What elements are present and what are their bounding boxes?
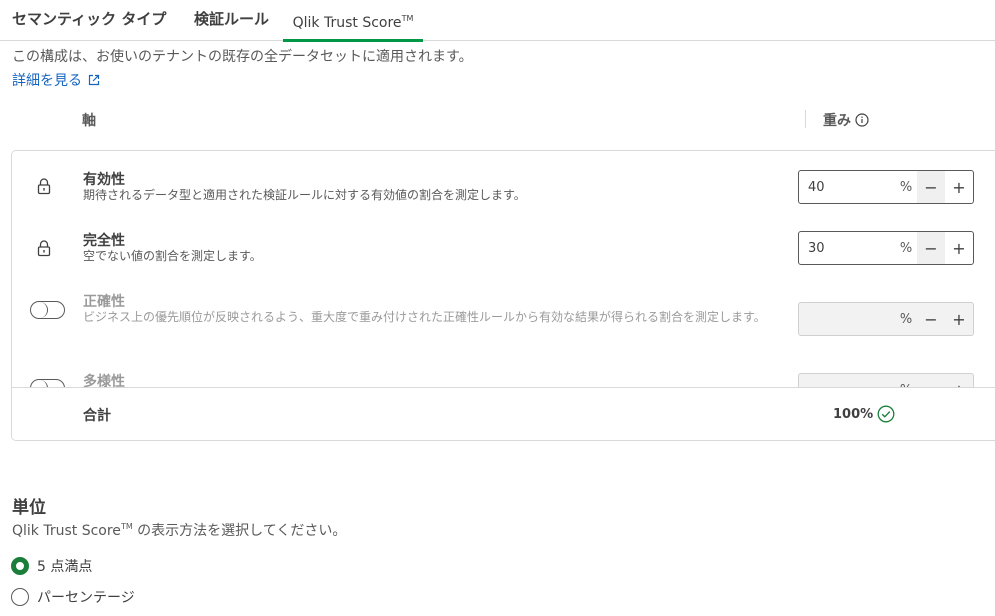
- dimension-description: ビジネス上の優先順位が反映されるよう、重大度で重み付けされた正確性ルールから有効…: [83, 310, 766, 324]
- dimension-row-accuracy: 正確性 ビジネス上の優先順位が反映されるよう、重大度で重み付けされた正確性ルール…: [12, 291, 995, 336]
- tab-bar: セマンティック タイプ 検証ルール Qlik Trust ScoreTM: [0, 0, 995, 42]
- column-header-axis: 軸: [82, 113, 96, 129]
- dimensions-panel: 有効性 期待されるデータ型と適用された検証ルールに対する有効値の割合を測定します…: [11, 150, 995, 441]
- radio-option-five-point[interactable]: 5 点満点: [11, 556, 92, 576]
- weight-stepper: 40 % − +: [798, 170, 974, 204]
- learn-more-label: 詳細を見る: [12, 73, 82, 89]
- dimension-title: 正確性: [83, 294, 125, 310]
- unit-section-description: Qlik Trust ScoreTM の表示方法を選択してください。: [12, 520, 346, 540]
- config-description: この構成は、お使いのテナントの既存の全データセットに適用されます。: [12, 49, 473, 65]
- unit-section-title: 単位: [12, 498, 46, 518]
- radio-option-percentage[interactable]: パーセンテージ: [11, 587, 135, 607]
- unit-desc-prefix: Qlik Trust Score: [12, 523, 121, 539]
- external-link-icon: [88, 74, 100, 86]
- tab-semantic-types[interactable]: セマンティック タイプ: [12, 0, 166, 41]
- decrement-button[interactable]: −: [917, 303, 945, 335]
- percent-unit: %: [899, 240, 913, 256]
- dimension-rows[interactable]: 有効性 期待されるデータ型と適用された検証ルールに対する有効値の割合を測定します…: [12, 151, 995, 387]
- tab-qlik-trust-score[interactable]: Qlik Trust ScoreTM: [283, 0, 423, 42]
- trademark-mark: TM: [401, 14, 414, 23]
- weight-header-label: 重み: [823, 113, 851, 129]
- increment-button[interactable]: +: [945, 374, 973, 388]
- tab-label: Qlik Trust Score: [292, 15, 402, 31]
- weight-input[interactable]: 30: [799, 241, 895, 256]
- decrement-button[interactable]: −: [917, 232, 945, 264]
- weight-stepper: % − +: [798, 302, 974, 336]
- dimension-title: 完全性: [83, 233, 125, 249]
- increment-button[interactable]: +: [945, 303, 973, 335]
- dimension-title: 多様性: [83, 374, 125, 387]
- lock-icon: [36, 239, 52, 261]
- weight-stepper: 30 % − +: [798, 231, 974, 265]
- column-divider: [805, 110, 806, 128]
- total-row: 合計 100%: [12, 387, 995, 440]
- radio-label: パーセンテージ: [37, 590, 135, 606]
- percent-unit: %: [899, 311, 913, 327]
- dimension-description: 期待されるデータ型と適用された検証ルールに対する有効値の割合を測定します。: [83, 188, 526, 202]
- dimension-row-diversity: 多様性 % − +: [12, 371, 995, 387]
- info-icon[interactable]: [855, 113, 869, 127]
- dimension-title: 有効性: [83, 172, 125, 188]
- weight-stepper: % − +: [798, 373, 974, 387]
- dimension-toggle[interactable]: [30, 301, 65, 319]
- dimension-toggle[interactable]: [30, 379, 65, 387]
- decrement-button[interactable]: −: [917, 171, 945, 203]
- check-circle-icon: [877, 405, 895, 423]
- column-header-weight: 重み: [823, 110, 869, 130]
- percent-unit: %: [899, 179, 913, 195]
- tab-validation-rules[interactable]: 検証ルール: [194, 0, 269, 41]
- dimension-description: 空でない値の割合を測定します。: [83, 249, 262, 263]
- radio-label: 5 点満点: [37, 559, 93, 575]
- lock-icon: [36, 177, 52, 199]
- total-label: 合計: [83, 408, 111, 424]
- increment-button[interactable]: +: [945, 171, 973, 203]
- unit-desc-suffix: の表示方法を選択してください。: [132, 523, 347, 539]
- increment-button[interactable]: +: [945, 232, 973, 264]
- total-percent: 100%: [833, 406, 874, 422]
- total-value: 100%: [833, 405, 895, 423]
- trademark-mark: TM: [120, 522, 133, 531]
- radio-button[interactable]: [11, 588, 29, 606]
- decrement-button[interactable]: −: [917, 374, 945, 388]
- radio-button-selected[interactable]: [11, 557, 29, 575]
- weight-input[interactable]: 40: [799, 180, 895, 195]
- learn-more-link[interactable]: 詳細を見る: [12, 70, 100, 90]
